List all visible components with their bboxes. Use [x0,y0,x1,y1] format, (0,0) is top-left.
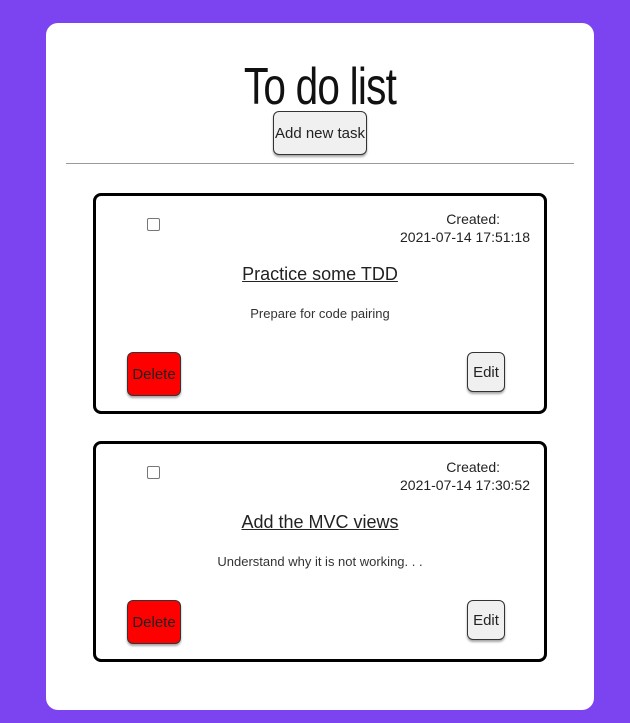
delete-task-button[interactable]: Delete [127,352,181,396]
created-info: Created: 2021-07-14 17:30:52 [400,458,530,494]
task-description: Prepare for code pairing [250,306,390,321]
created-timestamp: 2021-07-14 17:51:18 [400,229,530,245]
add-new-task-button[interactable]: Add new task [273,111,367,155]
page-title: To do list [243,58,397,116]
task-description: Understand why it is not working. . . [217,554,423,569]
task-card: Created: 2021-07-14 17:51:18 Practice so… [93,193,547,414]
created-label: Created: [446,211,500,227]
task-complete-checkbox[interactable] [147,218,160,231]
edit-task-button[interactable]: Edit [467,600,505,640]
header-divider [66,163,574,164]
task-title-link[interactable]: Add the MVC views [96,512,544,533]
task-card: Created: 2021-07-14 17:30:52 Add the MVC… [93,441,547,662]
delete-task-button[interactable]: Delete [127,600,181,644]
edit-task-button[interactable]: Edit [467,352,505,392]
task-complete-checkbox[interactable] [147,466,160,479]
created-timestamp: 2021-07-14 17:30:52 [400,477,530,493]
task-title-link[interactable]: Practice some TDD [96,264,544,285]
created-label: Created: [446,459,500,475]
created-info: Created: 2021-07-14 17:51:18 [400,210,530,246]
todo-container: To do list Add new task Created: 2021-07… [46,23,594,710]
